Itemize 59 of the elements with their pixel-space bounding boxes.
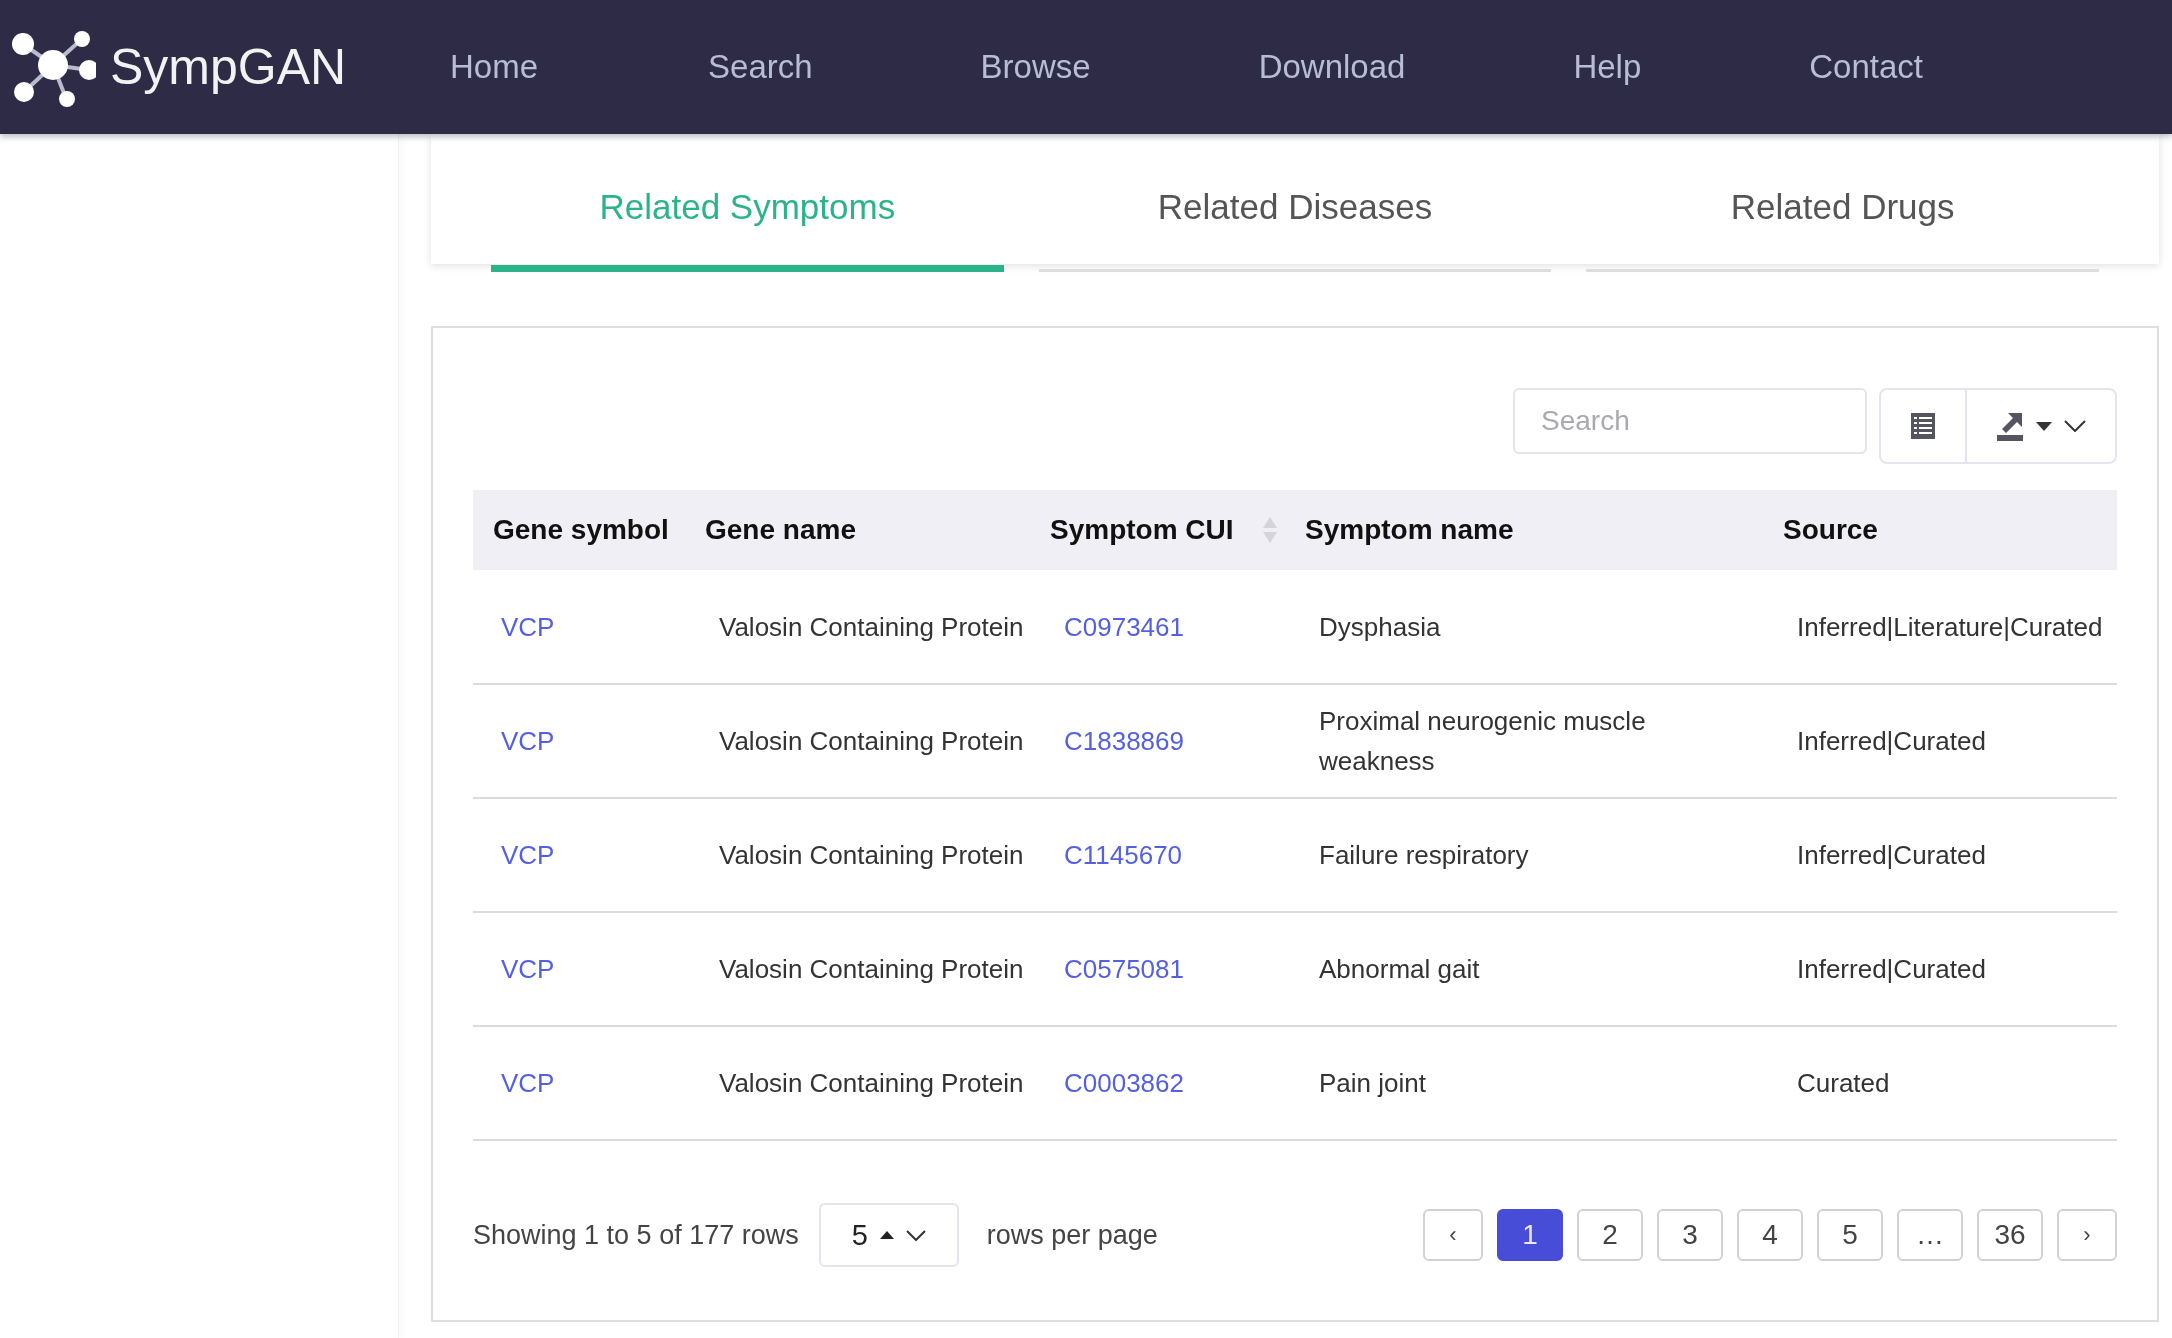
- list-icon: [1910, 412, 1936, 440]
- symptom-name: Abnormal gait: [1319, 954, 1480, 984]
- symptom-cui-link[interactable]: C0575081: [1064, 954, 1184, 984]
- column-header: Source: [1769, 490, 2117, 570]
- chevron-down-icon: [2064, 420, 2086, 432]
- page-button[interactable]: …: [1897, 1209, 1963, 1261]
- symptom-cui-link[interactable]: C0003862: [1064, 1068, 1184, 1098]
- symptom-name: Pain joint: [1319, 1068, 1426, 1098]
- dropdown-triangle-icon: [2036, 421, 2052, 431]
- source: Inferred|Curated: [1797, 954, 1986, 984]
- nav-link[interactable]: Home: [450, 48, 539, 86]
- symptom-name: Proximal neurogenic muscle weakness: [1319, 706, 1646, 776]
- rows-per-page-label: rows per page: [986, 1219, 1158, 1251]
- column-header: Symptom name: [1291, 490, 1769, 570]
- gene-symbol-link[interactable]: VCP: [501, 726, 555, 756]
- symptom-cui-link[interactable]: C1145670: [1064, 840, 1183, 870]
- page-button[interactable]: 3: [1657, 1209, 1723, 1261]
- site-title[interactable]: SympGAN: [110, 38, 347, 96]
- next-page-button[interactable]: ›: [2057, 1209, 2117, 1261]
- export-icon: [1996, 411, 2024, 441]
- gene-name: Valosin Containing Protein: [719, 840, 1024, 870]
- nav-link[interactable]: Help: [1573, 48, 1642, 86]
- gene-symbol-link[interactable]: VCP: [501, 840, 555, 870]
- gene-symbol-link[interactable]: VCP: [501, 611, 555, 642]
- nav-link[interactable]: Download: [1258, 48, 1406, 86]
- chevron-down-icon: [905, 1229, 926, 1241]
- column-header: Gene name: [691, 490, 1036, 570]
- symptom-name: Failure respiratory: [1319, 840, 1529, 870]
- symptom-cui-link[interactable]: C0973461: [1064, 611, 1184, 642]
- caret-up-icon: [879, 1231, 894, 1239]
- nav-link[interactable]: Contact: [1809, 48, 1923, 86]
- rows-summary: Showing 1 to 5 of 177 rows: [473, 1219, 799, 1251]
- page-button[interactable]: 36: [1977, 1209, 2043, 1261]
- nav-link[interactable]: Browse: [980, 48, 1091, 86]
- symptom-name: Dysphasia: [1319, 611, 1441, 642]
- source: Inferred|Curated: [1797, 726, 1986, 756]
- symptom-cui-link[interactable]: C1838869: [1064, 726, 1184, 756]
- gene-name: Valosin Containing Protein: [719, 611, 1024, 642]
- page-button[interactable]: 4: [1737, 1209, 1803, 1261]
- tab[interactable]: Related Drugs: [1586, 142, 2099, 272]
- source: Inferred|Literature|Curated: [1797, 611, 2103, 642]
- gene-symbol-link[interactable]: VCP: [501, 954, 555, 984]
- page-size-dropdown[interactable]: 5: [818, 1203, 959, 1267]
- gene-name: Valosin Containing Protein: [719, 1068, 1024, 1098]
- source: Curated: [1797, 1068, 1890, 1098]
- gene-name: Valosin Containing Protein: [719, 726, 1024, 756]
- page-button[interactable]: 2: [1577, 1209, 1643, 1261]
- page-button[interactable]: 1: [1497, 1209, 1563, 1261]
- source: Inferred|Curated: [1797, 840, 1986, 870]
- column-header: Gene symbol: [473, 490, 691, 570]
- gene-symbol-link[interactable]: VCP: [501, 1068, 555, 1098]
- search-field[interactable]: Search: [1513, 388, 1867, 454]
- page-button[interactable]: 5: [1817, 1209, 1883, 1261]
- column-header[interactable]: Symptom CUI: [1036, 490, 1291, 570]
- gene-name: Valosin Containing Protein: [719, 954, 1024, 984]
- sort-icon: [1263, 517, 1277, 543]
- nav-link[interactable]: Search: [708, 48, 813, 86]
- previous-page-button[interactable]: ‹: [1423, 1209, 1483, 1261]
- tab[interactable]: Related Diseases: [1038, 142, 1552, 272]
